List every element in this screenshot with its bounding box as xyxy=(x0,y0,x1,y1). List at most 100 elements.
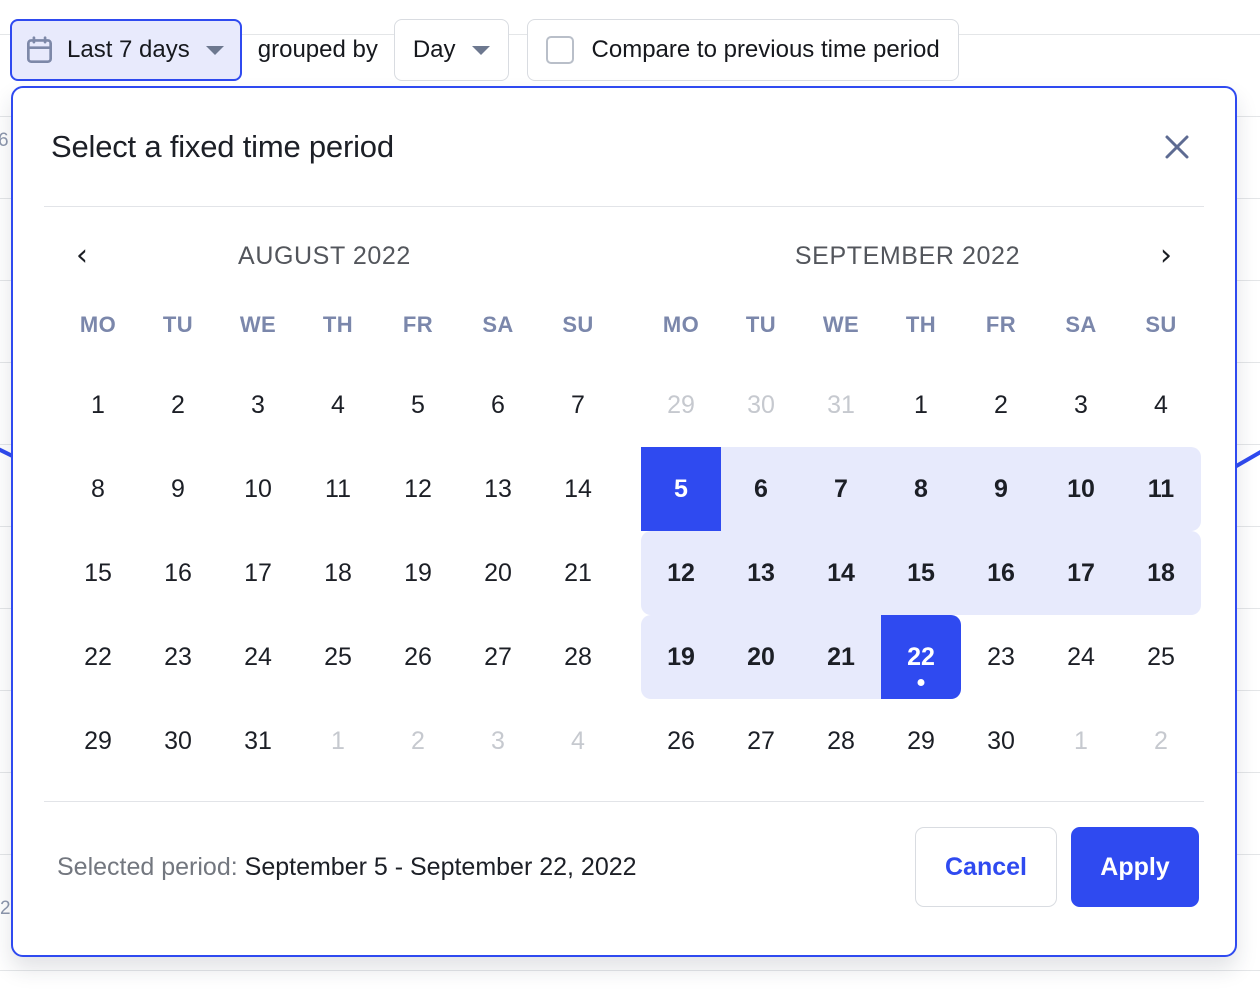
calendar-day-cell[interactable]: 13 xyxy=(721,531,801,615)
calendar-day-cell[interactable]: 14 xyxy=(801,531,881,615)
calendar-day-cell[interactable]: 31 xyxy=(218,699,298,783)
calendar-day-cell[interactable]: 28 xyxy=(801,699,881,783)
calendar-day-cell[interactable]: 18 xyxy=(1121,531,1201,615)
calendar-day-cell[interactable]: 6 xyxy=(458,363,538,447)
calendar-day-cell[interactable]: 24 xyxy=(218,615,298,699)
calendar-day-label: 9 xyxy=(994,475,1008,504)
calendar-day-cell[interactable]: 30 xyxy=(138,699,218,783)
calendar-day-cell[interactable]: 4 xyxy=(298,363,378,447)
calendar-day-cell[interactable]: 23 xyxy=(138,615,218,699)
calendar-day-label: 23 xyxy=(987,643,1015,672)
weekday-label: FR xyxy=(961,287,1041,363)
calendar-day-label: 19 xyxy=(667,643,695,672)
calendar-day-cell[interactable]: 24 xyxy=(1041,615,1121,699)
chart-y-tick-label: 6 xyxy=(0,130,9,152)
calendar-day-cell[interactable]: 7 xyxy=(538,363,618,447)
date-range-button[interactable]: Last 7 days xyxy=(10,19,242,81)
calendar-day-label: 22 xyxy=(907,643,935,672)
calendar-day-cell[interactable]: 21 xyxy=(538,531,618,615)
calendar-day-label: 2 xyxy=(994,391,1008,420)
calendar-week-row: 891011121314 xyxy=(33,447,616,531)
calendar-day-cell[interactable]: 6 xyxy=(721,447,801,531)
next-month-button[interactable]: › xyxy=(1145,235,1187,277)
weekday-header-row: MOTUWETHFRSASU xyxy=(616,287,1199,363)
calendar-day-cell[interactable]: 16 xyxy=(961,531,1041,615)
calendar-day-cell[interactable]: 10 xyxy=(1041,447,1121,531)
weekday-label: FR xyxy=(378,287,458,363)
calendar-day-cell[interactable]: 5 xyxy=(641,447,721,531)
calendar-day-cell[interactable]: 13 xyxy=(458,447,538,531)
selected-period-value: September 5 - September 22, 2022 xyxy=(245,853,637,881)
calendar-day-cell[interactable]: 19 xyxy=(641,615,721,699)
calendar-day-cell[interactable]: 1 xyxy=(58,363,138,447)
calendar-day-cell[interactable]: 23 xyxy=(961,615,1041,699)
filters-toolbar: Last 7 days grouped by Day Compare to pr… xyxy=(0,0,1260,100)
chevron-down-icon xyxy=(472,46,490,55)
calendar-day-cell[interactable]: 25 xyxy=(298,615,378,699)
today-indicator-dot xyxy=(918,679,925,686)
calendar-day-cell[interactable]: 22 xyxy=(58,615,138,699)
calendar-day-label: 23 xyxy=(164,643,192,672)
weekday-label: SU xyxy=(538,287,618,363)
calendar-week-row: 5 6 7 8 9 1011 xyxy=(616,447,1199,531)
compare-checkbox[interactable] xyxy=(546,36,574,64)
calendar-day-cell[interactable]: 30 xyxy=(961,699,1041,783)
calendar-day-cell[interactable]: 22 xyxy=(881,615,961,699)
calendar-day-cell[interactable]: 20 xyxy=(458,531,538,615)
calendar-day-cell[interactable]: 18 xyxy=(298,531,378,615)
apply-button[interactable]: Apply xyxy=(1071,827,1199,907)
calendar-day-cell[interactable]: 2 xyxy=(138,363,218,447)
calendar-day-cell[interactable]: 15 xyxy=(58,531,138,615)
chart-gridline xyxy=(0,970,1260,971)
calendar-day-cell[interactable]: 28 xyxy=(538,615,618,699)
grouping-select[interactable]: Day xyxy=(394,19,509,81)
calendar-day-cell[interactable]: 10 xyxy=(218,447,298,531)
calendar-day-cell[interactable]: 3 xyxy=(1041,363,1121,447)
calendar-day-cell[interactable]: 20 xyxy=(721,615,801,699)
calendar-day-cell[interactable]: 3 xyxy=(218,363,298,447)
calendar-day-label: 5 xyxy=(674,475,688,504)
close-button[interactable] xyxy=(1155,125,1199,169)
calendar-day-cell[interactable]: 27 xyxy=(458,615,538,699)
calendar-day-label: 20 xyxy=(747,643,775,672)
calendar-day-cell[interactable]: 27 xyxy=(721,699,801,783)
calendar-day-cell[interactable]: 1 xyxy=(881,363,961,447)
weekday-label: WE xyxy=(801,287,881,363)
selected-period-text: Selected period: September 5 - September… xyxy=(57,853,637,882)
calendar-day-cell[interactable]: 7 xyxy=(801,447,881,531)
prev-month-button[interactable]: ‹ xyxy=(61,235,103,277)
calendar-day-cell[interactable]: 26 xyxy=(641,699,721,783)
calendar-day-cell[interactable]: 9 xyxy=(138,447,218,531)
calendar-day-label: 6 xyxy=(754,475,768,504)
calendar-day-label: 8 xyxy=(914,475,928,504)
calendar-day-cell[interactable]: 12 xyxy=(378,447,458,531)
calendar-day-label: 16 xyxy=(987,559,1015,588)
calendar-day-cell[interactable]: 29 xyxy=(58,699,138,783)
calendar-day-cell[interactable]: 16 xyxy=(138,531,218,615)
calendar-day-cell[interactable]: 17 xyxy=(1041,531,1121,615)
compare-toggle[interactable]: Compare to previous time period xyxy=(527,19,959,81)
calendar-day-cell[interactable]: 11 xyxy=(1121,447,1201,531)
calendar-day-cell[interactable]: 17 xyxy=(218,531,298,615)
calendar-day-label: 17 xyxy=(1067,559,1095,588)
cancel-button[interactable]: Cancel xyxy=(915,827,1057,907)
calendar-day-cell[interactable]: 29 xyxy=(881,699,961,783)
calendar-day-cell[interactable]: 21 xyxy=(801,615,881,699)
calendar-day-label: 3 xyxy=(1074,391,1088,420)
calendar-day-cell[interactable]: 26 xyxy=(378,615,458,699)
calendar-day-cell[interactable]: 5 xyxy=(378,363,458,447)
calendar-day-cell[interactable]: 9 xyxy=(961,447,1041,531)
calendar-day-cell[interactable]: 4 xyxy=(1121,363,1201,447)
calendar-day-cell[interactable]: 11 xyxy=(298,447,378,531)
calendar-day-cell[interactable]: 8 xyxy=(58,447,138,531)
calendar-day-cell[interactable]: 15 xyxy=(881,531,961,615)
calendar-day-cell[interactable]: 2 xyxy=(961,363,1041,447)
calendar-day-cell[interactable]: 25 xyxy=(1121,615,1201,699)
calendar-day-label: 2 xyxy=(171,391,185,420)
calendar-day-cell[interactable]: 14 xyxy=(538,447,618,531)
calendar-day-label: 4 xyxy=(331,391,345,420)
calendar-day-cell[interactable]: 12 xyxy=(641,531,721,615)
calendar-day-label: 29 xyxy=(84,727,112,756)
calendar-day-cell[interactable]: 19 xyxy=(378,531,458,615)
calendar-day-cell[interactable]: 8 xyxy=(881,447,961,531)
